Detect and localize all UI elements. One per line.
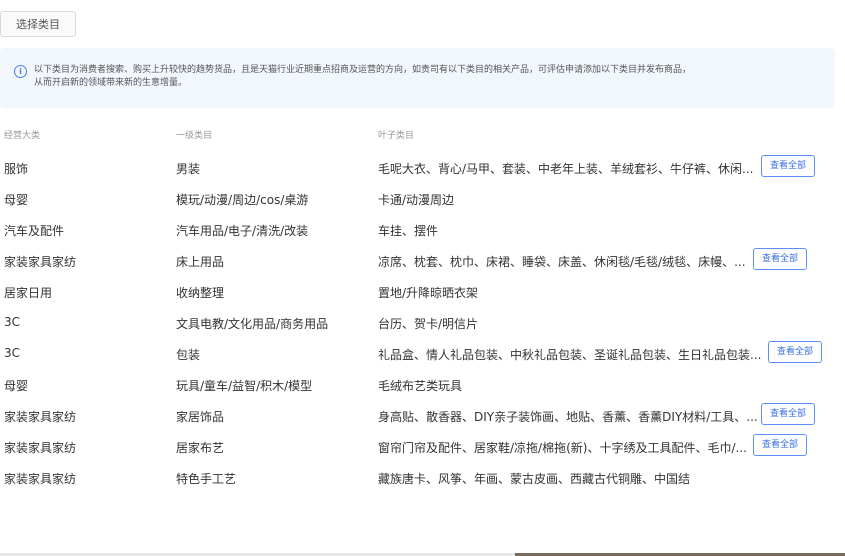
info-icon: i xyxy=(14,65,27,78)
primary-category: 男装 xyxy=(176,162,201,176)
table-row: 家装家具家纺 家居饰品 身高贴、散香器、DIY亲子装饰画、地贴、香薰、香薰DIY… xyxy=(0,400,845,431)
view-all-button[interactable]: 查看全部 xyxy=(761,403,816,425)
business-category: 家装家具家纺 xyxy=(4,472,77,486)
business-category: 3C xyxy=(4,315,21,329)
business-category: 母婴 xyxy=(4,379,29,393)
primary-category: 收纳整理 xyxy=(176,286,225,300)
notice-line-2: 从而开启新的领域带来新的生意增量。 xyxy=(34,78,188,88)
table-row: 居家日用 收纳整理 置地/升降晾晒衣架 xyxy=(0,276,845,307)
table-row: 汽车及配件 汽车用品/电子/清洗/改装 车挂、摆件 xyxy=(0,214,845,245)
table-row: 3C 包装 礼品盒、情人礼品包装、中秋礼品包装、圣诞礼品包装、生日礼品包装...… xyxy=(0,338,845,369)
leaf-category: 毛呢大衣、背心/马甲、套装、中老年上装、羊绒套衫、牛仔裤、休闲... xyxy=(378,162,754,176)
primary-category: 玩具/童车/益智/积木/模型 xyxy=(176,379,313,393)
business-category: 3C xyxy=(4,346,21,360)
header-primary-category: 一级类目 xyxy=(176,131,213,141)
select-category-button[interactable]: 选择类目 xyxy=(0,11,76,37)
business-category: 家装家具家纺 xyxy=(4,441,77,455)
primary-category: 模玩/动漫/周边/cos/桌游 xyxy=(176,193,309,207)
view-all-button[interactable]: 查看全部 xyxy=(768,341,823,363)
business-category: 居家日用 xyxy=(4,286,53,300)
primary-category: 包装 xyxy=(176,348,201,362)
primary-category: 汽车用品/电子/清洗/改装 xyxy=(176,224,309,238)
table-row: 家装家具家纺 特色手工艺 藏族唐卡、风筝、年画、蒙古皮画、西藏古代铜雕、中国结 xyxy=(0,462,845,493)
business-category: 母婴 xyxy=(4,193,29,207)
leaf-category: 车挂、摆件 xyxy=(378,224,439,238)
primary-category: 居家布艺 xyxy=(176,441,225,455)
leaf-category: 礼品盒、情人礼品包装、中秋礼品包装、圣诞礼品包装、生日礼品包装... xyxy=(378,348,762,362)
category-table: 服饰 男装 毛呢大衣、背心/马甲、套装、中老年上装、羊绒套衫、牛仔裤、休闲...… xyxy=(0,152,845,493)
table-row: 母婴 玩具/童车/益智/积木/模型 毛绒布艺类玩具 xyxy=(0,369,845,400)
leaf-category: 毛绒布艺类玩具 xyxy=(378,379,463,393)
primary-category: 家居饰品 xyxy=(176,410,225,424)
primary-category: 文具电教/文化用品/商务用品 xyxy=(176,317,329,331)
table-row: 家装家具家纺 床上用品 凉席、枕套、枕巾、床裙、睡袋、床盖、休闲毯/毛毯/绒毯、… xyxy=(0,245,845,276)
leaf-category: 卡通/动漫周边 xyxy=(378,193,455,207)
table-row: 母婴 模玩/动漫/周边/cos/桌游 卡通/动漫周边 xyxy=(0,183,845,214)
header-leaf-category: 叶子类目 xyxy=(378,131,415,141)
table-row: 3C 文具电教/文化用品/商务用品 台历、贺卡/明信片 xyxy=(0,307,845,338)
business-category: 汽车及配件 xyxy=(4,224,65,238)
header-business-category: 经营大类 xyxy=(4,131,41,141)
table-row: 家装家具家纺 居家布艺 窗帘门帘及配件、居家鞋/凉拖/棉拖(新)、十字绣及工具配… xyxy=(0,431,845,462)
notice-line-1: 以下类目为消费者搜索、购买上升较快的趋势货品，且是天猫行业近期重点招商及运营的方… xyxy=(34,65,692,75)
view-all-button[interactable]: 查看全部 xyxy=(753,434,808,456)
leaf-category: 藏族唐卡、风筝、年画、蒙古皮画、西藏古代铜雕、中国结 xyxy=(378,472,691,486)
leaf-category: 台历、贺卡/明信片 xyxy=(378,317,479,331)
business-category: 家装家具家纺 xyxy=(4,410,77,424)
leaf-category: 凉席、枕套、枕巾、床裙、睡袋、床盖、休闲毯/毛毯/绒毯、床幔、... xyxy=(378,255,746,269)
view-all-button[interactable]: 查看全部 xyxy=(753,248,808,270)
table-row: 服饰 男装 毛呢大衣、背心/马甲、套装、中老年上装、羊绒套衫、牛仔裤、休闲...… xyxy=(0,152,845,183)
leaf-category: 窗帘门帘及配件、居家鞋/凉拖/棉拖(新)、十字绣及工具配件、毛巾/... xyxy=(378,441,747,455)
leaf-category: 置地/升降晾晒衣架 xyxy=(378,286,479,300)
business-category: 服饰 xyxy=(4,162,29,176)
table-header: 经营大类 一级类目 叶子类目 xyxy=(0,128,845,144)
business-category: 家装家具家纺 xyxy=(4,255,77,269)
view-all-button[interactable]: 查看全部 xyxy=(761,155,816,177)
primary-category: 床上用品 xyxy=(176,255,225,269)
leaf-category: 身高贴、散香器、DIY亲子装饰画、地贴、香薰、香薰DIY材料/工具、... xyxy=(378,410,758,424)
primary-category: 特色手工艺 xyxy=(176,472,237,486)
info-notice: i 以下类目为消费者搜索、购买上升较快的趋势货品，且是天猫行业近期重点招商及运营… xyxy=(0,48,835,108)
